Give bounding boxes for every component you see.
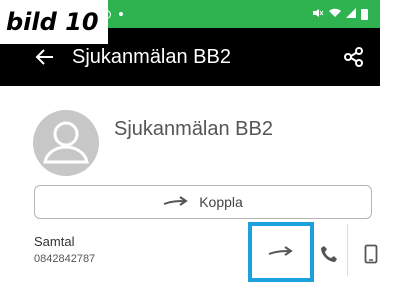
call-button[interactable]	[314, 234, 344, 274]
share-button[interactable]	[342, 45, 366, 69]
dot-icon	[119, 12, 123, 16]
battery-icon	[361, 8, 368, 20]
number-row: Samtal 0842842787	[0, 222, 393, 282]
arrow-right-icon	[163, 196, 189, 206]
mobile-icon	[364, 244, 378, 264]
arrow-left-icon	[35, 49, 53, 65]
image-caption: bild 10	[0, 0, 108, 44]
mute-icon	[312, 8, 324, 21]
contact-header: Sjukanmälan BB2	[0, 96, 380, 181]
phone-icon	[321, 246, 337, 262]
app-bar-title: Sjukanmälan BB2	[72, 45, 231, 68]
status-bar	[98, 0, 380, 28]
contact-name: Sjukanmälan BB2	[114, 118, 273, 140]
signal-icon	[346, 7, 356, 21]
wifi-icon	[329, 8, 341, 21]
mobile-button[interactable]	[358, 234, 384, 274]
number-label: Samtal	[34, 234, 75, 249]
forward-button[interactable]	[248, 222, 314, 282]
share-icon	[344, 47, 363, 67]
divider	[347, 224, 348, 276]
koppla-button[interactable]: Koppla	[34, 185, 372, 219]
person-avatar-icon	[33, 110, 99, 176]
forward-icon	[268, 246, 293, 256]
koppla-label: Koppla	[199, 194, 243, 210]
phone-number: 0842842787	[34, 253, 96, 265]
